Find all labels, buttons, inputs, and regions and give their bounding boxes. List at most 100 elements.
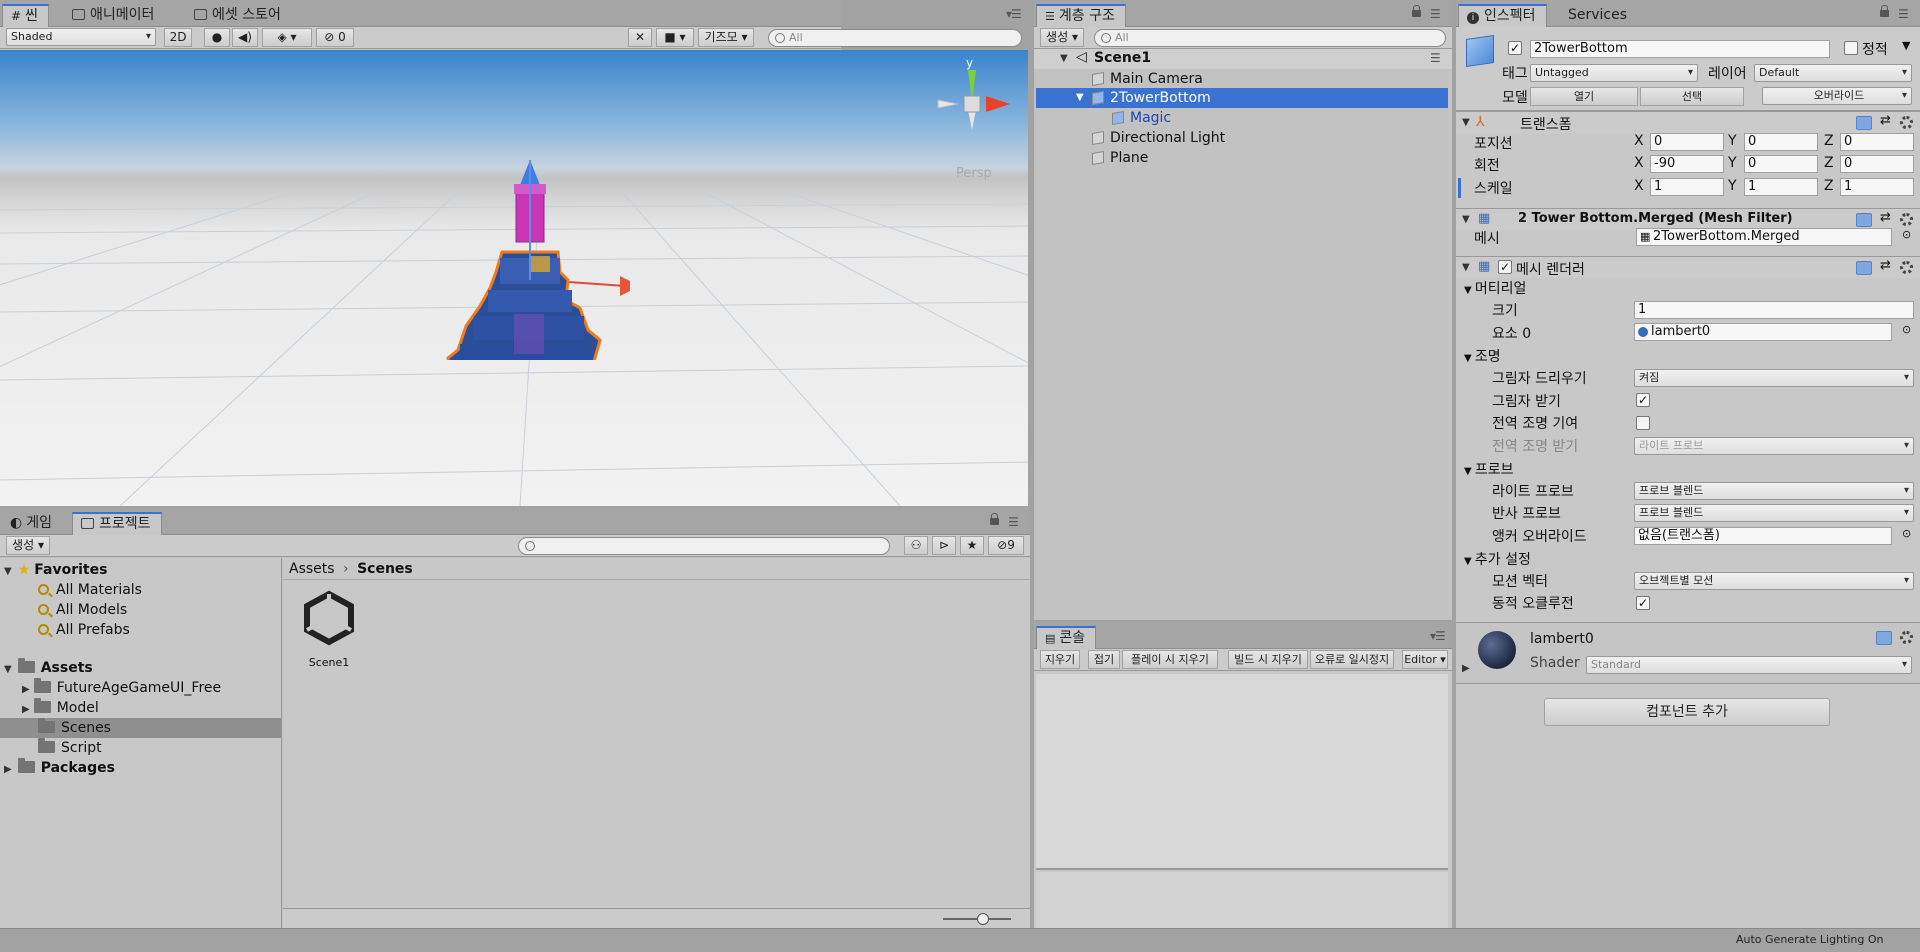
hidden-packages-toggle[interactable]: ⊘9 [988,536,1024,555]
scene-root-row[interactable]: ▼ ◁ Scene1 ☰ [1034,49,1452,69]
hidden-objects-toggle[interactable]: ⊘ 0 [316,28,354,47]
tag-dropdown[interactable]: Untagged [1530,64,1698,82]
tools-button[interactable]: ✕ [628,28,652,47]
assets-row[interactable]: ▼ Assets [4,658,93,678]
tower-model[interactable] [430,100,630,360]
scene-viewport[interactable]: y Persp [0,50,1028,506]
scene-row-menu-icon[interactable]: ☰ [1430,51,1441,65]
asset-folder[interactable]: Script [38,738,102,758]
model-select-button[interactable]: 선택 [1640,87,1744,106]
expand-arrow-icon[interactable]: ▶ [4,764,12,775]
gear-icon[interactable] [1900,116,1913,129]
element-0-field[interactable]: lambert0 [1634,323,1892,341]
console-menu-icon[interactable]: ▾☰ [1430,629,1446,643]
favorite-item[interactable]: All Models [38,600,127,620]
lighting-foldout[interactable]: ▼ 조명 [1464,346,1501,366]
rotation-z-field[interactable]: 0 [1840,155,1914,173]
hierarchy-search-input[interactable]: All [1094,29,1446,47]
tab-scene[interactable]: # 씬 [2,4,49,27]
console-log-area[interactable] [1036,674,1448,870]
asset-folder-selected[interactable]: Scenes [0,718,281,738]
gear-icon[interactable] [1900,261,1913,274]
help-icon[interactable] [1856,261,1872,275]
reflection-probes-dropdown[interactable]: 프로브 블렌드 [1634,504,1914,522]
position-z-field[interactable]: 0 [1840,133,1914,151]
console-detail-area[interactable] [1036,872,1448,928]
mesh-renderer-header[interactable]: ▼ ▦ ✓ 메시 렌더러 ⇄ [1456,256,1920,278]
search-by-type-button[interactable]: ⚇ [904,536,928,555]
anchor-override-field[interactable]: 없음(트랜스폼) [1634,527,1892,545]
mesh-renderer-enabled-checkbox[interactable]: ✓ [1498,260,1512,274]
probes-foldout[interactable]: ▼ 프로브 [1464,459,1514,479]
scale-x-field[interactable]: 1 [1650,178,1724,196]
shading-mode-dropdown[interactable]: Shaded [6,28,156,46]
lock-icon[interactable] [1412,5,1421,17]
gear-icon[interactable] [1900,631,1913,644]
asset-folder[interactable]: ▶ FutureAgeGameUI_Free [22,678,221,698]
2d-toggle[interactable]: 2D [164,28,192,47]
scene-menu-icon[interactable]: ▾☰ [1006,7,1022,21]
tab-services[interactable]: Services [1560,4,1637,27]
mesh-object-field[interactable]: ▦ 2TowerBottom.Merged [1636,228,1892,246]
fold-arrow-icon[interactable]: ▼ [1462,214,1470,225]
scale-y-field[interactable]: 1 [1744,178,1818,196]
hierarchy-item-selected[interactable]: ▼ 2TowerBottom [1036,88,1448,108]
static-dropdown-arrow-icon[interactable]: ▼ [1902,39,1910,52]
hierarchy-item[interactable]: Directional Light [1092,128,1225,148]
hierarchy-item[interactable]: Plane [1092,148,1148,168]
gear-icon[interactable] [1900,213,1913,226]
slider-thumb[interactable] [977,913,989,925]
receive-shadows-checkbox[interactable]: ✓ [1636,393,1650,407]
breadcrumb-item[interactable]: Assets [289,561,335,577]
console-clear-on-play-button[interactable]: 플레이 시 지우기 [1122,650,1218,669]
expand-arrow-icon[interactable]: ▶ [22,684,30,695]
rotation-y-field[interactable]: 0 [1744,155,1818,173]
packages-row[interactable]: ▶ Packages [4,758,115,778]
help-icon[interactable] [1856,116,1872,130]
preset-icon[interactable]: ⇄ [1880,258,1891,273]
preset-icon[interactable]: ⇄ [1880,113,1891,128]
fold-arrow-icon[interactable]: ▼ [1462,117,1470,128]
persp-label[interactable]: Persp [956,166,992,181]
expand-arrow-icon[interactable]: ▼ [1060,53,1068,64]
shader-dropdown[interactable]: Standard [1586,656,1912,674]
position-y-field[interactable]: 0 [1744,133,1818,151]
dynamic-occlusion-checkbox[interactable]: ✓ [1636,596,1650,610]
add-component-button[interactable]: 컴포넌트 추가 [1544,698,1830,726]
console-editor-dropdown[interactable]: Editor ▾ [1402,650,1448,669]
hierarchy-item[interactable]: Main Camera [1092,69,1203,89]
static-checkbox[interactable] [1844,41,1858,55]
audio-toggle[interactable]: ◀) [232,28,258,47]
object-active-checkbox[interactable]: ✓ [1508,41,1522,55]
tab-hierarchy[interactable]: ☰ 계층 구조 [1036,4,1126,27]
lock-icon[interactable] [1880,5,1889,17]
object-picker-icon[interactable]: ⊙ [1902,527,1911,540]
expand-arrow-icon[interactable]: ▼ [1076,88,1084,108]
expand-arrow-icon[interactable]: ▼ [4,566,12,577]
breadcrumb-item[interactable]: Scenes [357,561,413,577]
search-by-label-button[interactable]: ⊳ [932,536,956,555]
expand-arrow-icon[interactable]: ▼ [4,664,12,675]
scene-search-input[interactable]: All [768,29,1022,47]
materials-size-field[interactable]: 1 [1634,301,1914,319]
model-override-dropdown[interactable]: 오버라이드 [1762,87,1912,105]
console-clear-button[interactable]: 지우기 [1040,650,1080,669]
hierarchy-create-button[interactable]: 생성 ▾ [1040,28,1084,47]
tab-animator[interactable]: 애니메이터 [64,4,164,27]
transform-header[interactable]: ▼ ⅄ 트랜스폼 ⇄ [1456,111,1920,133]
contribute-gi-checkbox[interactable] [1636,416,1650,430]
project-menu-icon[interactable]: ☰ [1008,515,1019,529]
tab-inspector[interactable]: i 인스펙터 [1458,4,1547,27]
favorites-row[interactable]: ▼ ★ Favorites [4,560,107,580]
project-create-button[interactable]: 생성 ▾ [6,536,50,555]
tab-console[interactable]: ▤ 콘솔 [1036,626,1097,649]
favorite-button[interactable]: ★ [960,536,984,555]
help-icon[interactable] [1876,631,1892,645]
light-probes-dropdown[interactable]: 프로브 블렌드 [1634,482,1914,500]
tab-game[interactable]: ◐ 게임 [2,512,62,535]
hierarchy-menu-icon[interactable]: ☰ [1430,7,1441,21]
cast-shadows-dropdown[interactable]: 켜짐 [1634,369,1914,387]
favorite-item[interactable]: All Materials [38,580,142,600]
object-picker-icon[interactable]: ⊙ [1902,323,1911,336]
console-error-pause-button[interactable]: 오류로 일시정지 [1310,650,1394,669]
